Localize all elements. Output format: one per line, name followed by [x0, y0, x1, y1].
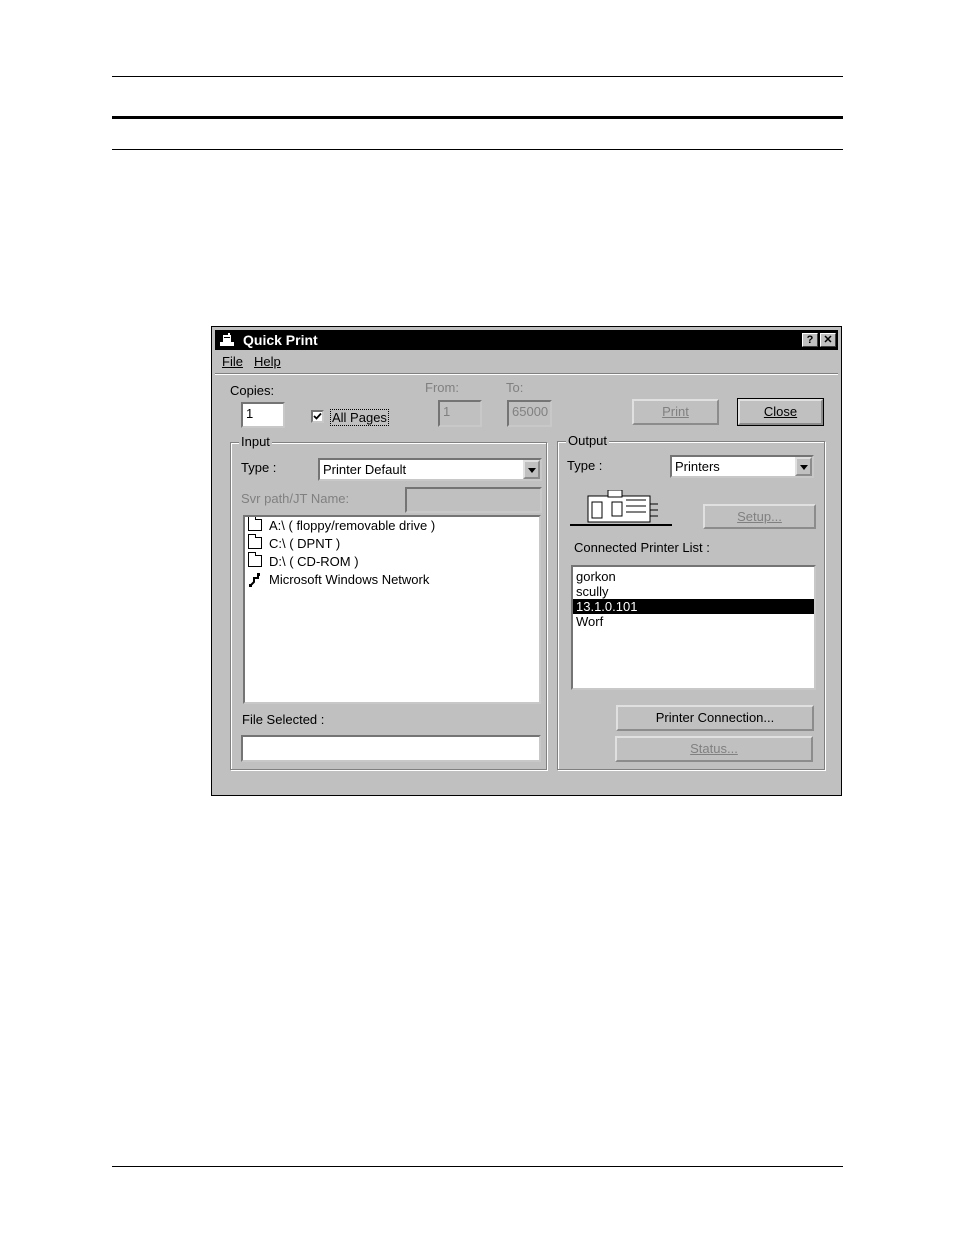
network-item[interactable]: Microsoft Windows Network [245, 571, 539, 589]
checkmark-icon [313, 412, 322, 420]
output-group-title: Output [566, 433, 610, 448]
title-bar[interactable]: Quick Print ? ✕ [215, 330, 838, 350]
menu-file[interactable]: File [222, 354, 243, 369]
close-button[interactable]: Close [737, 398, 824, 426]
drive-item-d[interactable]: D:\ ( CD-ROM ) [245, 552, 539, 571]
setup-button[interactable]: Setup... [703, 504, 816, 529]
quick-print-window: Quick Print ? ✕ File Help Copies: 1 All … [211, 326, 842, 796]
all-pages-checkbox[interactable] [311, 410, 324, 423]
help-title-button[interactable]: ? [802, 333, 818, 347]
header-rule-top [112, 76, 843, 77]
input-group: Input Type : Printer Default Svr path/JT… [230, 434, 547, 770]
status-button-label: Status... [690, 741, 738, 756]
output-type-label: Type : [567, 458, 603, 473]
menu-help-label: Help [254, 354, 281, 369]
printer-app-icon [220, 333, 234, 346]
menu-file-label: File [222, 354, 243, 369]
from-input[interactable]: 1 [438, 400, 482, 427]
copies-label: Copies: [230, 383, 275, 398]
setup-button-label: Setup... [737, 509, 782, 524]
drive-label: A:\ ( floppy/removable drive ) [269, 518, 436, 533]
printer-item[interactable]: Worf [573, 614, 814, 629]
input-group-title: Input [239, 434, 272, 449]
input-type-select[interactable]: Printer Default [318, 458, 542, 481]
print-button[interactable]: Print [632, 399, 719, 425]
output-type-select[interactable]: Printers [670, 455, 814, 478]
chevron-down-icon[interactable] [523, 460, 540, 479]
input-type-value: Printer Default [323, 462, 407, 477]
to-label: To: [506, 380, 524, 395]
drive-item-c[interactable]: C:\ ( DPNT ) [245, 534, 539, 553]
drive-label: D:\ ( CD-ROM ) [269, 554, 359, 569]
print-button-label: Print [662, 404, 689, 419]
menu-bar: File Help [215, 351, 838, 371]
folder-icon [248, 517, 262, 531]
svr-path-input[interactable] [405, 487, 542, 513]
printer-item[interactable]: gorkon [573, 569, 814, 584]
close-button-label: Close [763, 404, 798, 419]
window-title: Quick Print [243, 332, 318, 348]
file-selected-label: File Selected : [242, 712, 325, 727]
chevron-down-icon[interactable] [795, 457, 812, 476]
printer-connection-label: Printer Connection... [655, 710, 775, 725]
footer-rule [112, 1166, 843, 1167]
drive-item-a[interactable]: A:\ ( floppy/removable drive ) [245, 517, 539, 535]
printer-list[interactable]: gorkon scully 13.1.0.101 Worf [571, 565, 816, 690]
drive-label: C:\ ( DPNT ) [269, 536, 341, 551]
all-pages-label[interactable]: All Pages [330, 409, 389, 426]
status-button[interactable]: Status... [615, 736, 813, 762]
input-type-label: Type : [241, 460, 277, 475]
printer-item[interactable]: scully [573, 584, 814, 599]
output-group: Output Type : Printers Setup... Connecte… [557, 433, 825, 770]
connected-printer-list-label: Connected Printer List : [574, 540, 710, 555]
copies-input[interactable]: 1 [241, 402, 285, 428]
to-input[interactable]: 65000 [507, 400, 552, 427]
menu-help[interactable]: Help [254, 354, 281, 369]
file-selected-input[interactable] [241, 735, 541, 762]
network-icon [249, 573, 260, 587]
drive-label: Microsoft Windows Network [269, 572, 430, 587]
close-title-button[interactable]: ✕ [820, 333, 836, 347]
from-label: From: [425, 380, 459, 395]
folder-icon [248, 534, 262, 549]
production-printer-icon [570, 490, 672, 526]
header-rule-bottom [112, 149, 843, 150]
folder-icon [248, 552, 262, 567]
dialog-body: Copies: 1 All Pages From: 1 To: 65000 Pr… [215, 375, 838, 792]
drive-list[interactable]: A:\ ( floppy/removable drive ) C:\ ( DPN… [243, 515, 541, 704]
printer-item-selected[interactable]: 13.1.0.101 [573, 599, 814, 614]
output-type-value: Printers [675, 459, 720, 474]
printer-connection-button[interactable]: Printer Connection... [616, 705, 814, 731]
header-rule-thick [112, 116, 843, 119]
svr-path-label: Svr path/JT Name: [241, 491, 350, 506]
